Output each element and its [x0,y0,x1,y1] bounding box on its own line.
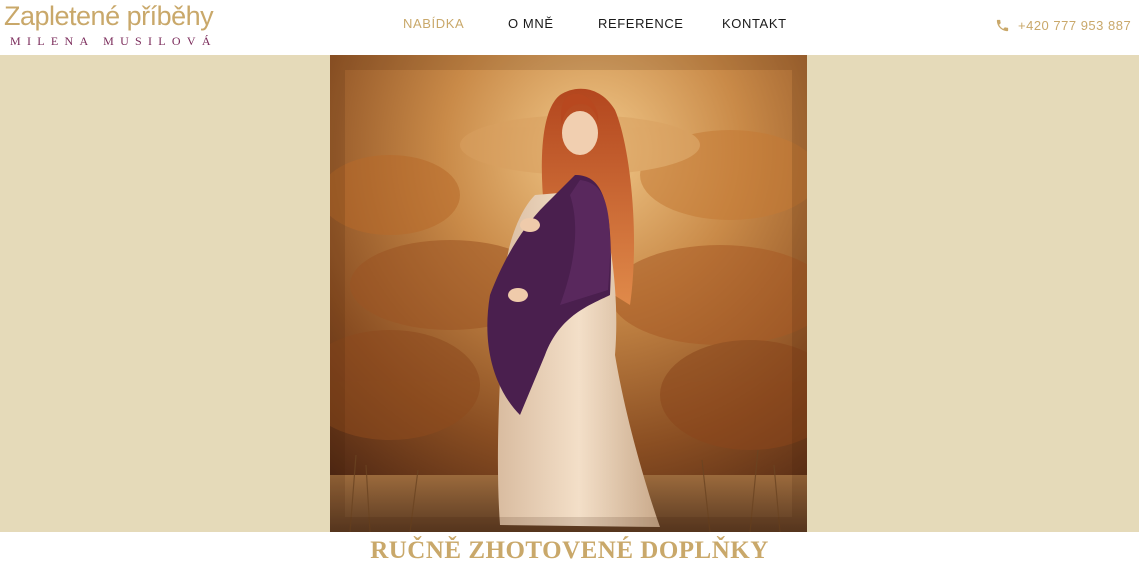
hero-banner [0,55,1139,532]
nav-item-o-mne[interactable]: O MNĚ [508,16,554,31]
phone-number[interactable]: +420 777 953 887 [1018,18,1131,33]
phone-contact[interactable]: +420 777 953 887 [995,15,1131,35]
nav-item-kontakt[interactable]: KONTAKT [722,16,787,31]
phone-icon [996,19,1009,31]
nav-item-reference[interactable]: REFERENCE [598,16,684,31]
nav-item-nabidka[interactable]: NABÍDKA [403,16,464,31]
site-logo[interactable]: Zapletené příběhy MILENA MUSILOVÁ [4,0,224,55]
section-title: RUČNĚ ZHOTOVENÉ DOPLŇKY [370,537,769,564]
site-header: Zapletené příběhy MILENA MUSILOVÁ NABÍDK… [0,0,1139,55]
hero-photo [330,55,807,532]
logo-title: Zapletené příběhy [4,1,214,31]
logo-subtitle: MILENA MUSILOVÁ [10,34,217,48]
